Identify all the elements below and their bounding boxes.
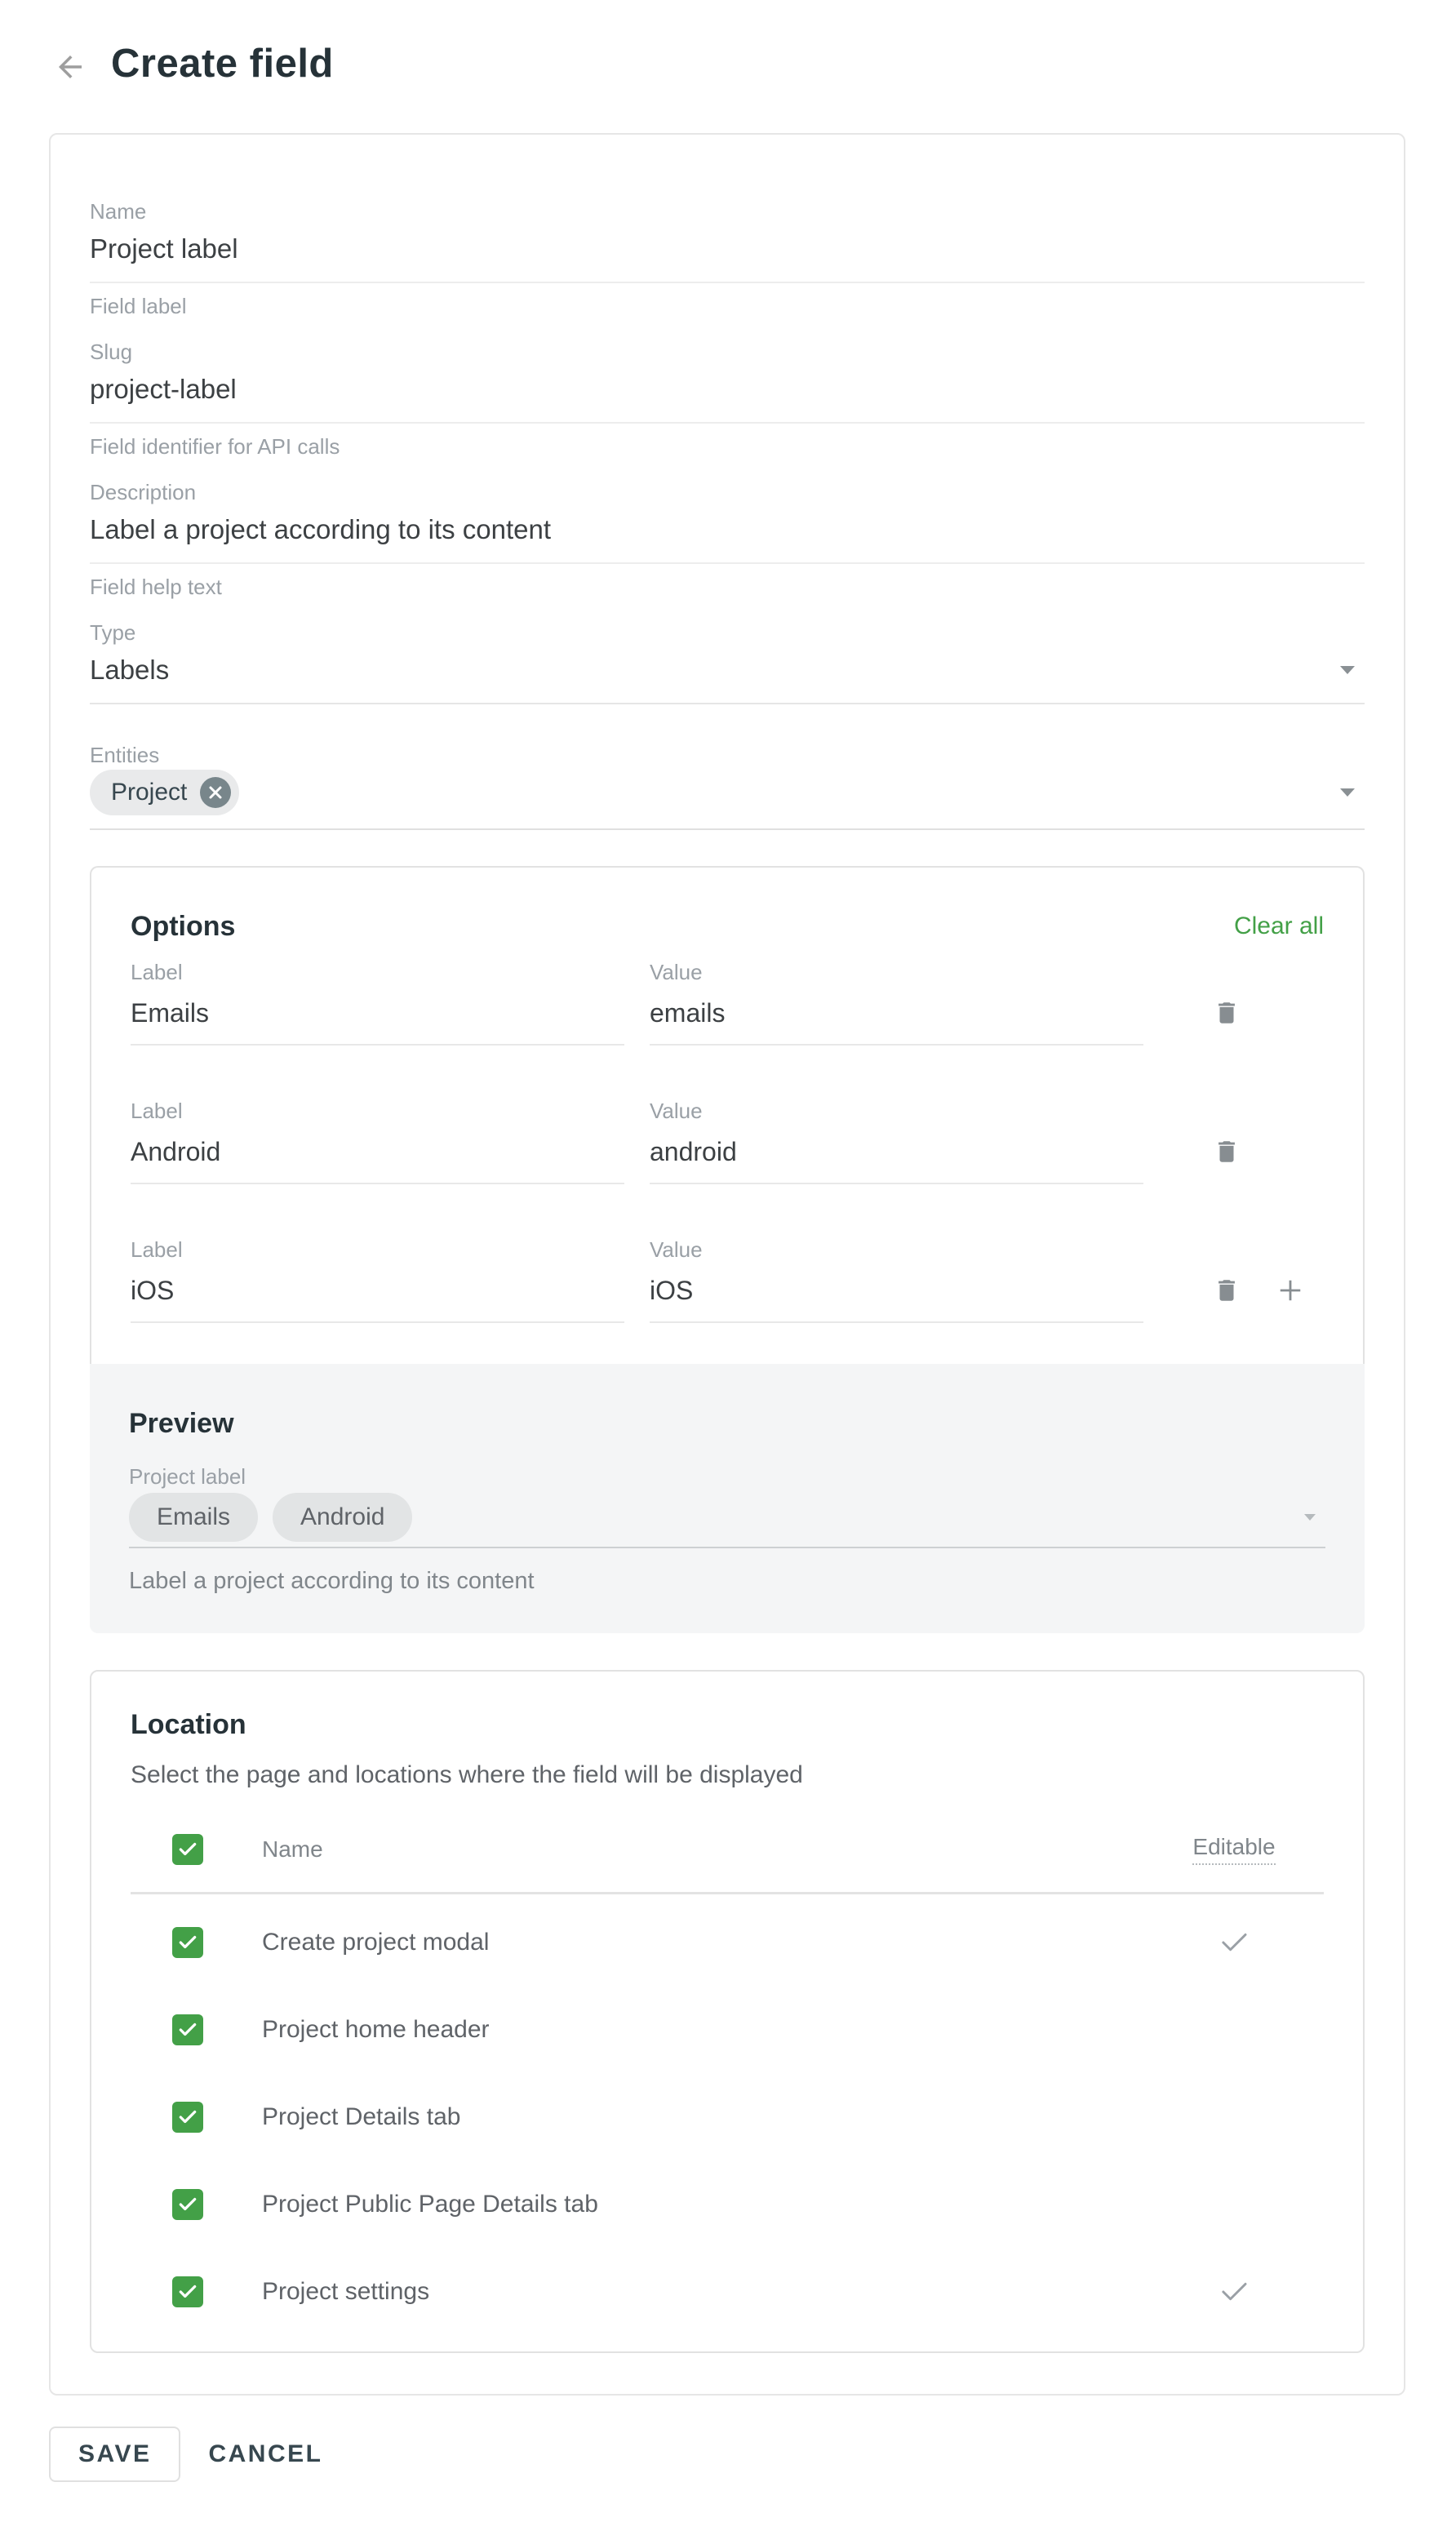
option-value-input[interactable] — [650, 1266, 1143, 1323]
location-row: Project Details tab — [131, 2073, 1324, 2160]
options-title: Options — [131, 909, 235, 944]
option-label-input[interactable] — [131, 1127, 624, 1184]
location-row: Project Public Page Details tab — [131, 2160, 1324, 2248]
footer-actions: SAVE CANCEL — [49, 2427, 1456, 2482]
location-row: Project settings — [131, 2248, 1324, 2335]
chevron-down-icon — [1340, 788, 1355, 797]
slug-field: Slug Field identifier for API calls — [90, 339, 1365, 460]
create-field-card: Name Field label Slug Field identifier f… — [49, 133, 1405, 2396]
option-row: Label Value — [131, 1098, 1324, 1184]
option-label-input[interactable] — [131, 1266, 624, 1323]
back-button[interactable] — [52, 49, 88, 85]
location-checkbox[interactable] — [172, 2189, 203, 2220]
check-icon — [177, 2281, 198, 2302]
name-field: Name Field label — [90, 198, 1365, 319]
option-value-caption: Value — [650, 959, 1143, 985]
option-label-caption: Label — [131, 1237, 624, 1263]
cancel-button[interactable]: CANCEL — [208, 2428, 322, 2480]
option-value-input[interactable] — [650, 1127, 1143, 1184]
option-label-caption: Label — [131, 959, 624, 985]
option-value-caption: Value — [650, 1098, 1143, 1124]
delete-option-button[interactable] — [1213, 1135, 1241, 1168]
preview-chip: Android — [273, 1493, 412, 1542]
slug-helper: Field identifier for API calls — [90, 433, 1365, 460]
check-icon — [177, 2194, 198, 2215]
check-icon — [177, 1839, 198, 1860]
name-label: Name — [90, 198, 1365, 224]
option-value-caption: Value — [650, 1237, 1143, 1263]
plus-icon — [1273, 1273, 1307, 1308]
location-title: Location — [131, 1707, 1324, 1742]
type-label: Type — [90, 619, 1365, 646]
option-row: Label Value — [131, 1237, 1324, 1323]
chevron-down-icon — [1304, 1514, 1316, 1521]
preview-title: Preview — [129, 1406, 1325, 1441]
delete-option-button[interactable] — [1213, 1274, 1241, 1307]
delete-option-button[interactable] — [1213, 997, 1241, 1029]
select-all-checkbox[interactable] — [172, 1834, 203, 1865]
type-selected-value: Labels — [90, 654, 169, 686]
editable-column-header: Editable — [1192, 1834, 1275, 1865]
preview-section: Preview Project label Emails Android Lab… — [90, 1364, 1365, 1633]
location-checkbox[interactable] — [172, 2014, 203, 2045]
trash-icon — [1213, 997, 1241, 1029]
entities-select[interactable]: Project — [90, 768, 1365, 830]
location-row: Create project modal — [131, 1898, 1324, 1986]
location-row: Project home header — [131, 1986, 1324, 2073]
location-row-name: Project Details tab — [262, 2103, 1144, 2131]
description-field: Description Field help text — [90, 479, 1365, 600]
location-section: Location Select the page and locations w… — [90, 1670, 1365, 2353]
arrow-left-icon — [53, 50, 87, 84]
location-table-header: Name Editable — [131, 1830, 1324, 1869]
trash-icon — [1213, 1274, 1241, 1307]
description-label: Description — [90, 479, 1365, 505]
location-subtitle: Select the page and locations where the … — [131, 1760, 1324, 1791]
location-row-name: Create project modal — [262, 1929, 1144, 1956]
description-helper: Field help text — [90, 574, 1365, 600]
preview-select[interactable]: Emails Android — [129, 1493, 1325, 1548]
description-input[interactable] — [90, 505, 1365, 564]
location-row-name: Project settings — [262, 2278, 1144, 2306]
location-checkbox[interactable] — [172, 1927, 203, 1958]
entities-label: Entities — [90, 742, 1365, 768]
slug-input[interactable] — [90, 365, 1365, 424]
entities-field: Entities Project — [90, 742, 1365, 830]
option-label-input[interactable] — [131, 988, 624, 1046]
location-checkbox[interactable] — [172, 2102, 203, 2133]
trash-icon — [1213, 1135, 1241, 1168]
chip-remove-button[interactable] — [200, 777, 231, 808]
editable-check-icon — [1217, 2275, 1251, 2309]
entity-chip-label: Project — [111, 779, 187, 806]
option-label-caption: Label — [131, 1098, 624, 1124]
check-icon — [177, 1932, 198, 1953]
type-field: Type Labels — [90, 619, 1365, 704]
options-section: Options Clear all Label Value Label — [90, 866, 1365, 1364]
save-button[interactable]: SAVE — [49, 2427, 180, 2482]
name-column-header: Name — [262, 1836, 1144, 1863]
name-helper: Field label — [90, 293, 1365, 319]
check-icon — [177, 2107, 198, 2128]
preview-field-label: Project label — [129, 1463, 1325, 1490]
option-row: Label Value — [131, 959, 1324, 1046]
slug-label: Slug — [90, 339, 1365, 365]
add-option-button[interactable] — [1273, 1273, 1307, 1308]
page-header: Create field — [0, 0, 1456, 88]
page-title: Create field — [111, 39, 334, 88]
type-select[interactable]: Labels — [90, 646, 1365, 704]
clear-all-link[interactable]: Clear all — [1234, 912, 1324, 940]
location-row-name: Project Public Page Details tab — [262, 2191, 1144, 2218]
editable-check-icon — [1217, 1925, 1251, 1960]
location-checkbox[interactable] — [172, 2276, 203, 2307]
divider — [131, 1892, 1324, 1894]
location-row-name: Project home header — [262, 2016, 1144, 2044]
check-icon — [177, 2019, 198, 2040]
entity-chip: Project — [90, 770, 239, 815]
preview-helper: Label a project according to its content — [129, 1566, 1325, 1596]
name-input[interactable] — [90, 224, 1365, 283]
chevron-down-icon — [1340, 666, 1355, 674]
close-icon — [208, 785, 223, 800]
option-value-input[interactable] — [650, 988, 1143, 1046]
preview-chip: Emails — [129, 1493, 258, 1542]
